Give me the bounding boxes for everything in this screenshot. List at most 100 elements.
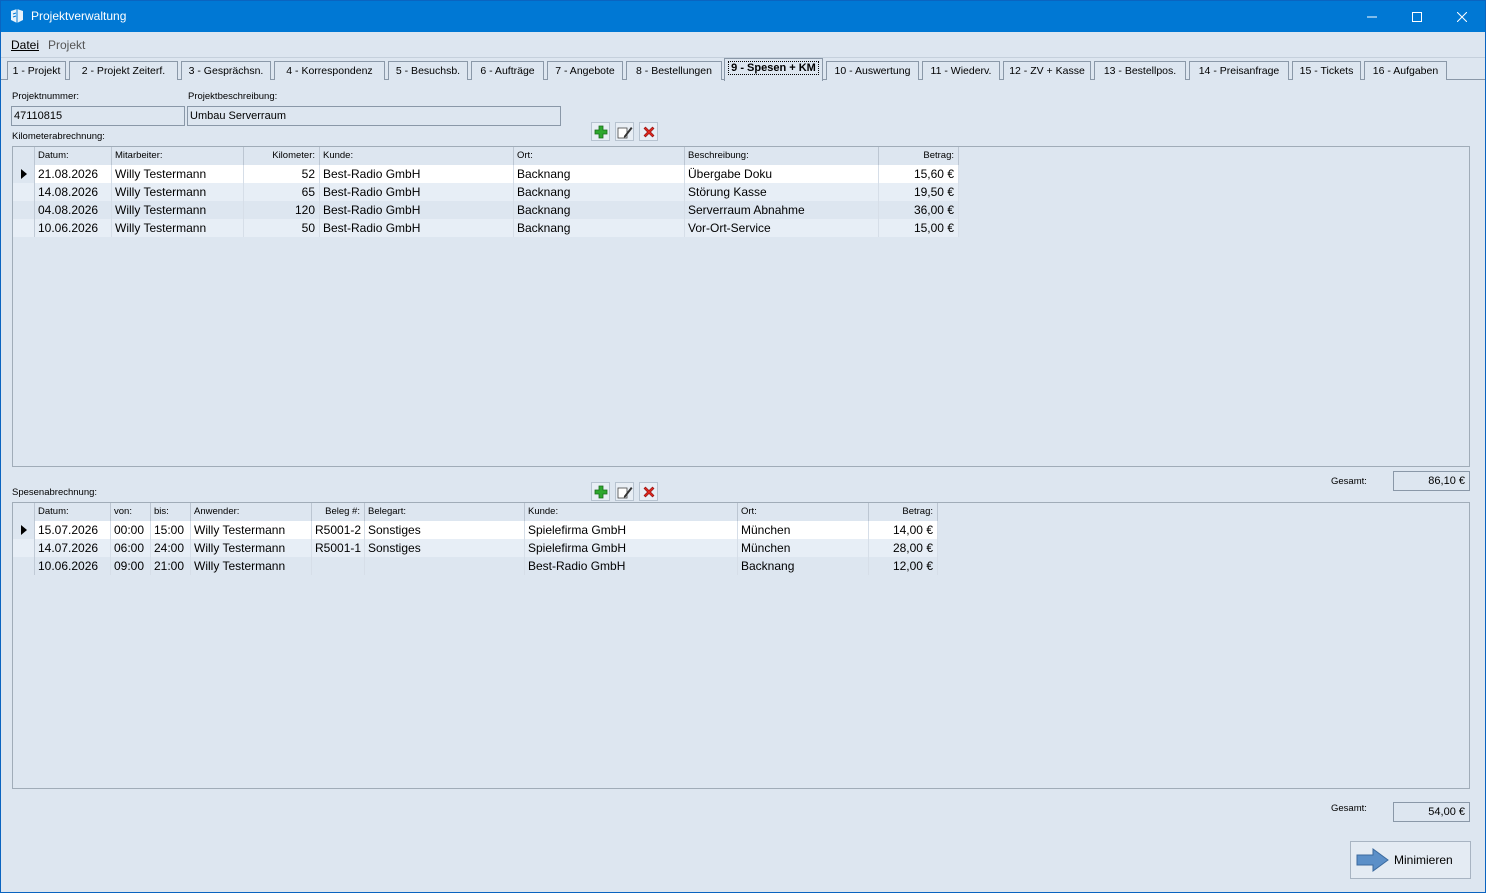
spesen-cell-anwender[interactable]: Willy Testermann xyxy=(191,557,312,575)
tab-bestellpos[interactable]: 13 - Bestellpos. xyxy=(1094,61,1186,80)
tab-spesen-km[interactable]: 9 - Spesen + KM xyxy=(724,58,823,81)
spesen-add-button[interactable] xyxy=(591,482,610,501)
spesen-cell-ort[interactable]: Backnang xyxy=(738,557,869,575)
tab-bestellungen[interactable]: 8 - Bestellungen xyxy=(626,61,722,80)
km-cell-kilometer[interactable]: 52 xyxy=(244,165,320,183)
spesen-cell-belegart[interactable]: Sonstiges xyxy=(365,539,525,557)
row-selector[interactable] xyxy=(13,521,35,539)
tab-angebote[interactable]: 7 - Angebote xyxy=(547,61,623,80)
table-row[interactable]: 04.08.2026 Willy Testermann 120 Best-Rad… xyxy=(13,201,959,219)
title-bar[interactable]: Projektverwaltung xyxy=(1,1,1485,32)
spesen-cell-belegart[interactable] xyxy=(365,557,525,575)
table-row[interactable]: 15.07.2026 00:00 15:00 Willy Testermann … xyxy=(13,521,938,539)
spesen-cell-betrag[interactable]: 12,00 € xyxy=(869,557,938,575)
project-description-field[interactable]: Umbau Serverraum xyxy=(187,106,561,126)
spesen-cell-beleg[interactable]: R5001-2 xyxy=(312,521,365,539)
km-cell-kilometer[interactable]: 120 xyxy=(244,201,320,219)
spesen-cell-betrag[interactable]: 14,00 € xyxy=(869,521,938,539)
table-row[interactable]: 10.06.2026 Willy Testermann 50 Best-Radi… xyxy=(13,219,959,237)
km-cell-betrag[interactable]: 36,00 € xyxy=(879,201,959,219)
km-delete-button[interactable] xyxy=(639,122,658,141)
spesen-cell-betrag[interactable]: 28,00 € xyxy=(869,539,938,557)
window-close-button[interactable] xyxy=(1439,1,1485,32)
tab-zv-kasse[interactable]: 12 - ZV + Kasse xyxy=(1003,61,1091,80)
km-header-beschreibung[interactable]: Beschreibung: xyxy=(685,147,879,165)
spesen-header-bis[interactable]: bis: xyxy=(151,503,191,521)
km-header-kilometer[interactable]: Kilometer: xyxy=(244,147,320,165)
spesen-header-datum[interactable]: Datum: xyxy=(35,503,111,521)
table-row[interactable]: 14.07.2026 06:00 24:00 Willy Testermann … xyxy=(13,539,938,557)
km-cell-beschreibung[interactable]: Störung Kasse xyxy=(685,183,879,201)
table-row[interactable]: 14.08.2026 Willy Testermann 65 Best-Radi… xyxy=(13,183,959,201)
spesen-grid[interactable]: Datum: von: bis: Anwender: Beleg #: Bele… xyxy=(12,502,1470,789)
row-selector[interactable] xyxy=(13,557,35,575)
row-selector[interactable] xyxy=(13,165,35,183)
tab-korrespondenz[interactable]: 4 - Korrespondenz xyxy=(274,61,385,80)
tab-auftraege[interactable]: 6 - Aufträge xyxy=(471,61,544,80)
km-cell-ort[interactable]: Backnang xyxy=(514,165,685,183)
km-cell-datum[interactable]: 14.08.2026 xyxy=(35,183,112,201)
km-cell-kilometer[interactable]: 50 xyxy=(244,219,320,237)
km-cell-mitarbeiter[interactable]: Willy Testermann xyxy=(112,219,244,237)
km-grid[interactable]: Datum: Mitarbeiter: Kilometer: Kunde: Or… xyxy=(12,146,1470,467)
km-add-button[interactable] xyxy=(591,122,610,141)
spesen-cell-anwender[interactable]: Willy Testermann xyxy=(191,521,312,539)
tab-gespraechsn[interactable]: 3 - Gesprächsn. xyxy=(181,61,271,80)
row-selector[interactable] xyxy=(13,201,35,219)
km-header-betrag[interactable]: Betrag: xyxy=(879,147,959,165)
spesen-cell-beleg[interactable]: R5001-1 xyxy=(312,539,365,557)
km-cell-kilometer[interactable]: 65 xyxy=(244,183,320,201)
window-minimize-button[interactable] xyxy=(1349,1,1395,32)
tab-aufgaben[interactable]: 16 - Aufgaben xyxy=(1364,61,1447,80)
spesen-header-belegart[interactable]: Belegart: xyxy=(365,503,525,521)
menu-projekt[interactable]: Projekt xyxy=(48,38,85,52)
km-cell-datum[interactable]: 21.08.2026 xyxy=(35,165,112,183)
km-cell-mitarbeiter[interactable]: Willy Testermann xyxy=(112,165,244,183)
km-cell-kunde[interactable]: Best-Radio GmbH xyxy=(320,219,514,237)
spesen-cell-bis[interactable]: 21:00 xyxy=(151,557,191,575)
spesen-cell-beleg[interactable] xyxy=(312,557,365,575)
spesen-cell-anwender[interactable]: Willy Testermann xyxy=(191,539,312,557)
km-cell-betrag[interactable]: 15,00 € xyxy=(879,219,959,237)
spesen-cell-datum[interactable]: 15.07.2026 xyxy=(35,521,111,539)
km-cell-kunde[interactable]: Best-Radio GmbH xyxy=(320,183,514,201)
table-row[interactable]: 10.06.2026 09:00 21:00 Willy Testermann … xyxy=(13,557,938,575)
spesen-header-ort[interactable]: Ort: xyxy=(738,503,869,521)
spesen-cell-ort[interactable]: München xyxy=(738,521,869,539)
km-cell-beschreibung[interactable]: Serverraum Abnahme xyxy=(685,201,879,219)
spesen-cell-datum[interactable]: 14.07.2026 xyxy=(35,539,111,557)
minimize-button[interactable]: Minimieren xyxy=(1350,841,1471,879)
km-cell-ort[interactable]: Backnang xyxy=(514,183,685,201)
km-header-ort[interactable]: Ort: xyxy=(514,147,685,165)
km-cell-ort[interactable]: Backnang xyxy=(514,201,685,219)
km-cell-datum[interactable]: 10.06.2026 xyxy=(35,219,112,237)
row-selector[interactable] xyxy=(13,539,35,557)
tab-projekt-zeiterf[interactable]: 2 - Projekt Zeiterf. xyxy=(69,61,178,80)
spesen-cell-von[interactable]: 00:00 xyxy=(111,521,151,539)
spesen-cell-bis[interactable]: 15:00 xyxy=(151,521,191,539)
spesen-header-anwender[interactable]: Anwender: xyxy=(191,503,312,521)
row-selector[interactable] xyxy=(13,219,35,237)
tab-projekt[interactable]: 1 - Projekt xyxy=(7,61,66,80)
spesen-edit-button[interactable] xyxy=(615,482,634,501)
km-cell-betrag[interactable]: 19,50 € xyxy=(879,183,959,201)
km-cell-kunde[interactable]: Best-Radio GmbH xyxy=(320,165,514,183)
km-cell-mitarbeiter[interactable]: Willy Testermann xyxy=(112,183,244,201)
table-row[interactable]: 21.08.2026 Willy Testermann 52 Best-Radi… xyxy=(13,165,959,183)
tab-tickets[interactable]: 15 - Tickets xyxy=(1292,61,1361,80)
spesen-cell-von[interactable]: 06:00 xyxy=(111,539,151,557)
tab-besuchsb[interactable]: 5 - Besuchsb. xyxy=(388,61,468,80)
spesen-cell-ort[interactable]: München xyxy=(738,539,869,557)
km-cell-mitarbeiter[interactable]: Willy Testermann xyxy=(112,201,244,219)
spesen-cell-datum[interactable]: 10.06.2026 xyxy=(35,557,111,575)
km-cell-ort[interactable]: Backnang xyxy=(514,219,685,237)
row-selector[interactable] xyxy=(13,183,35,201)
km-cell-kunde[interactable]: Best-Radio GmbH xyxy=(320,201,514,219)
spesen-header-beleg[interactable]: Beleg #: xyxy=(312,503,365,521)
spesen-cell-kunde[interactable]: Best-Radio GmbH xyxy=(525,557,738,575)
project-number-field[interactable]: 47110815 xyxy=(11,106,185,126)
km-header-mitarbeiter[interactable]: Mitarbeiter: xyxy=(112,147,244,165)
km-edit-button[interactable] xyxy=(615,122,634,141)
km-header-kunde[interactable]: Kunde: xyxy=(320,147,514,165)
spesen-cell-kunde[interactable]: Spielefirma GmbH xyxy=(525,521,738,539)
